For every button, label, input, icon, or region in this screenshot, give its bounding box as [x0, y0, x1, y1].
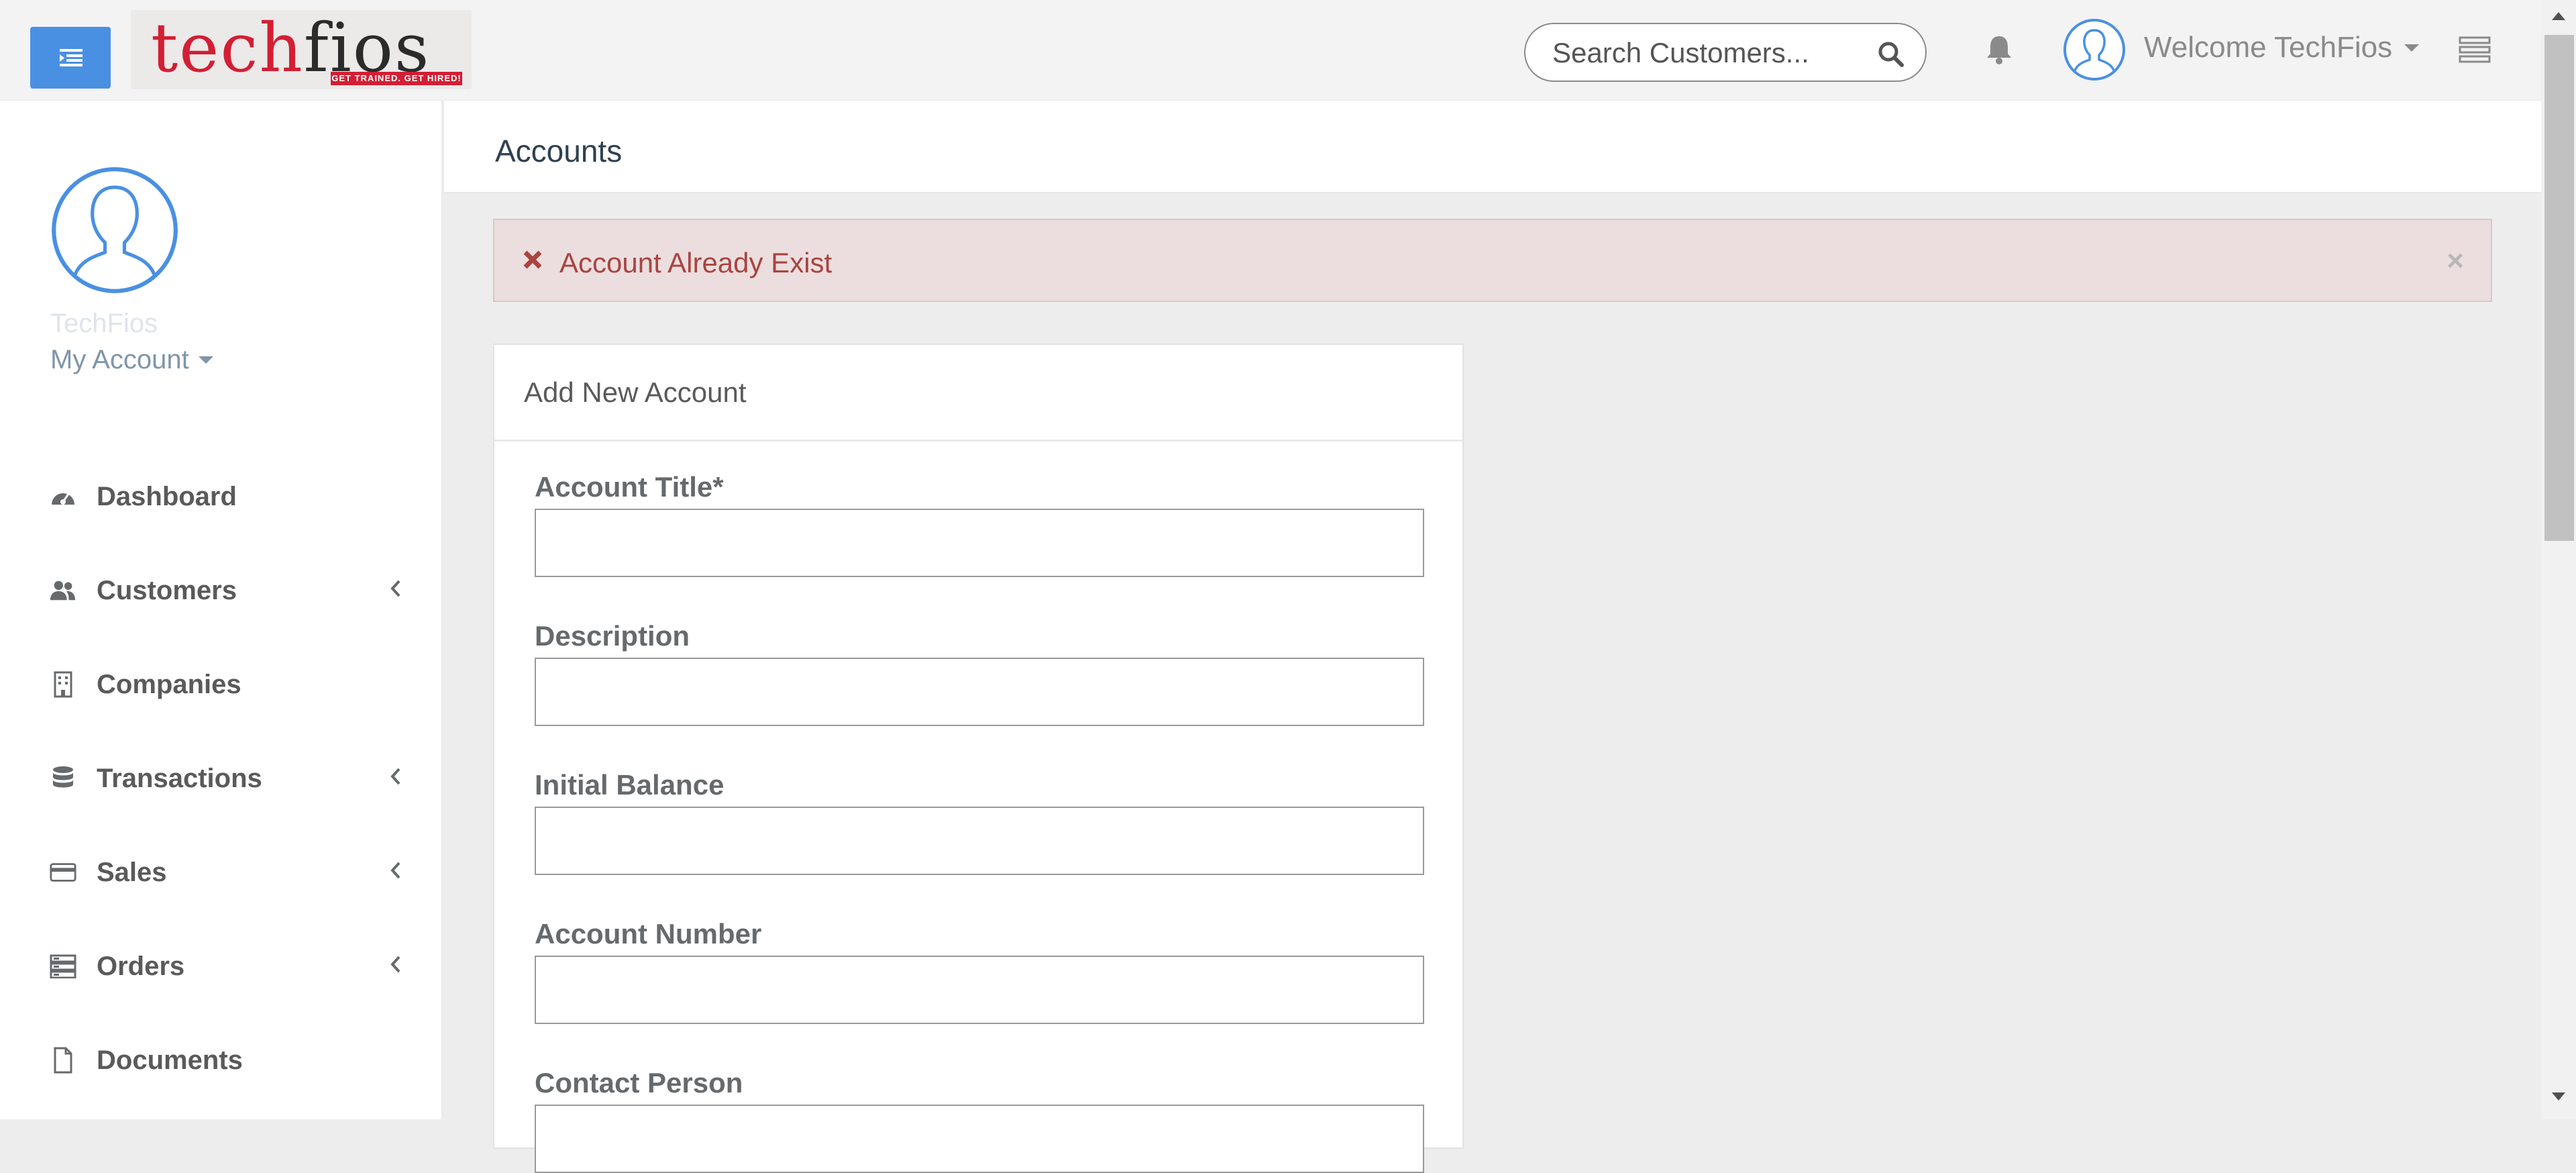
user-avatar-icon[interactable]: [2063, 18, 2126, 81]
right-panel-toggle-icon[interactable]: [2459, 36, 2491, 63]
database-icon: [53, 766, 73, 788]
sidebar-item-dashboard[interactable]: Dashboard: [0, 450, 443, 544]
my-account-label: My Account: [50, 345, 189, 374]
sidebar-item-label: Dashboard: [97, 481, 237, 511]
alert-message: Account Already Exist: [559, 247, 833, 278]
logo-text-tech: tech: [151, 10, 304, 87]
sidebar: TechFios My Account Dashboard Customers …: [0, 101, 443, 1119]
dashboard-icon: [52, 493, 74, 505]
initial-balance-label: Initial Balance: [535, 769, 724, 801]
user-menu[interactable]: Welcome TechFios: [2144, 31, 2420, 64]
sidebar-item-label: Customers: [97, 575, 237, 605]
sidebar-item-label: Documents: [97, 1045, 243, 1075]
sidebar-toggle-button[interactable]: [30, 27, 111, 89]
bell-icon[interactable]: [1984, 34, 2014, 66]
account-title-input[interactable]: [535, 509, 1424, 577]
alert-close-button[interactable]: ×: [2447, 244, 2464, 278]
panel-title: Add New Account: [494, 345, 1462, 442]
contact-person-input[interactable]: [535, 1105, 1424, 1173]
search-input[interactable]: [1552, 36, 1868, 70]
sidebar-item-label: Orders: [97, 951, 185, 981]
scroll-down-arrow-icon[interactable]: [2551, 1091, 2567, 1102]
search-icon[interactable]: [1877, 40, 1904, 67]
caret-down-icon: [2404, 44, 2420, 52]
profile-avatar-icon[interactable]: [50, 165, 180, 295]
credit-card-icon: [50, 863, 76, 882]
sidebar-item-orders[interactable]: Orders: [0, 919, 443, 1013]
sidebar-item-label: Companies: [97, 669, 241, 699]
welcome-text: Welcome TechFios: [2144, 31, 2393, 64]
chevron-left-icon: [390, 862, 400, 879]
sidebar-item-companies[interactable]: Companies: [0, 638, 443, 731]
chevron-left-icon: [390, 956, 400, 973]
main-content: Accounts Account Already Exist × Add New…: [444, 101, 2541, 1173]
account-number-label: Account Number: [535, 918, 762, 950]
sidebar-item-documents[interactable]: Documents: [0, 1013, 443, 1107]
file-icon: [54, 1047, 72, 1074]
account-title-label: Account Title*: [535, 471, 724, 503]
sidebar-nav: Dashboard Customers Companies Transactio…: [0, 450, 443, 1107]
my-account-dropdown[interactable]: My Account: [50, 345, 213, 375]
building-icon: [54, 671, 72, 698]
sidebar-user-name: TechFios: [50, 309, 158, 338]
description-label: Description: [535, 620, 690, 652]
logo-tagline: GET TRAINED. GET HIRED!: [331, 72, 462, 85]
scrollbar-thumb[interactable]: [2544, 35, 2574, 541]
vertical-scrollbar[interactable]: [2541, 0, 2576, 1119]
description-input[interactable]: [535, 658, 1424, 726]
sidebar-item-label: Sales: [97, 857, 167, 887]
caret-down-icon: [198, 356, 213, 364]
initial-balance-input[interactable]: [535, 807, 1424, 875]
add-account-panel: Add New Account Account Title* Descripti…: [493, 344, 1464, 1173]
users-icon: [50, 580, 76, 601]
sidebar-item-sales[interactable]: Sales: [0, 825, 443, 919]
close-x-icon: [523, 250, 542, 269]
sidebar-item-label: Transactions: [97, 763, 262, 793]
scroll-up-arrow-icon[interactable]: [2551, 11, 2567, 21]
server-icon: [50, 954, 76, 978]
account-number-input[interactable]: [535, 956, 1424, 1024]
menu-indent-icon: [60, 49, 83, 66]
top-navbar: techfios GET TRAINED. GET HIRED! Welcome…: [0, 0, 2541, 101]
techfios-logo[interactable]: techfios GET TRAINED. GET HIRED!: [131, 10, 472, 89]
sidebar-item-customers[interactable]: Customers: [0, 544, 443, 638]
contact-person-label: Contact Person: [535, 1067, 743, 1099]
error-alert: Account Already Exist ×: [493, 219, 2492, 302]
sidebar-item-transactions[interactable]: Transactions: [0, 731, 443, 825]
page-header: Accounts: [444, 101, 2541, 193]
page-title: Accounts: [495, 134, 623, 168]
chevron-left-icon: [390, 768, 400, 785]
chevron-left-icon: [390, 580, 400, 597]
search-box: [1524, 23, 1927, 82]
